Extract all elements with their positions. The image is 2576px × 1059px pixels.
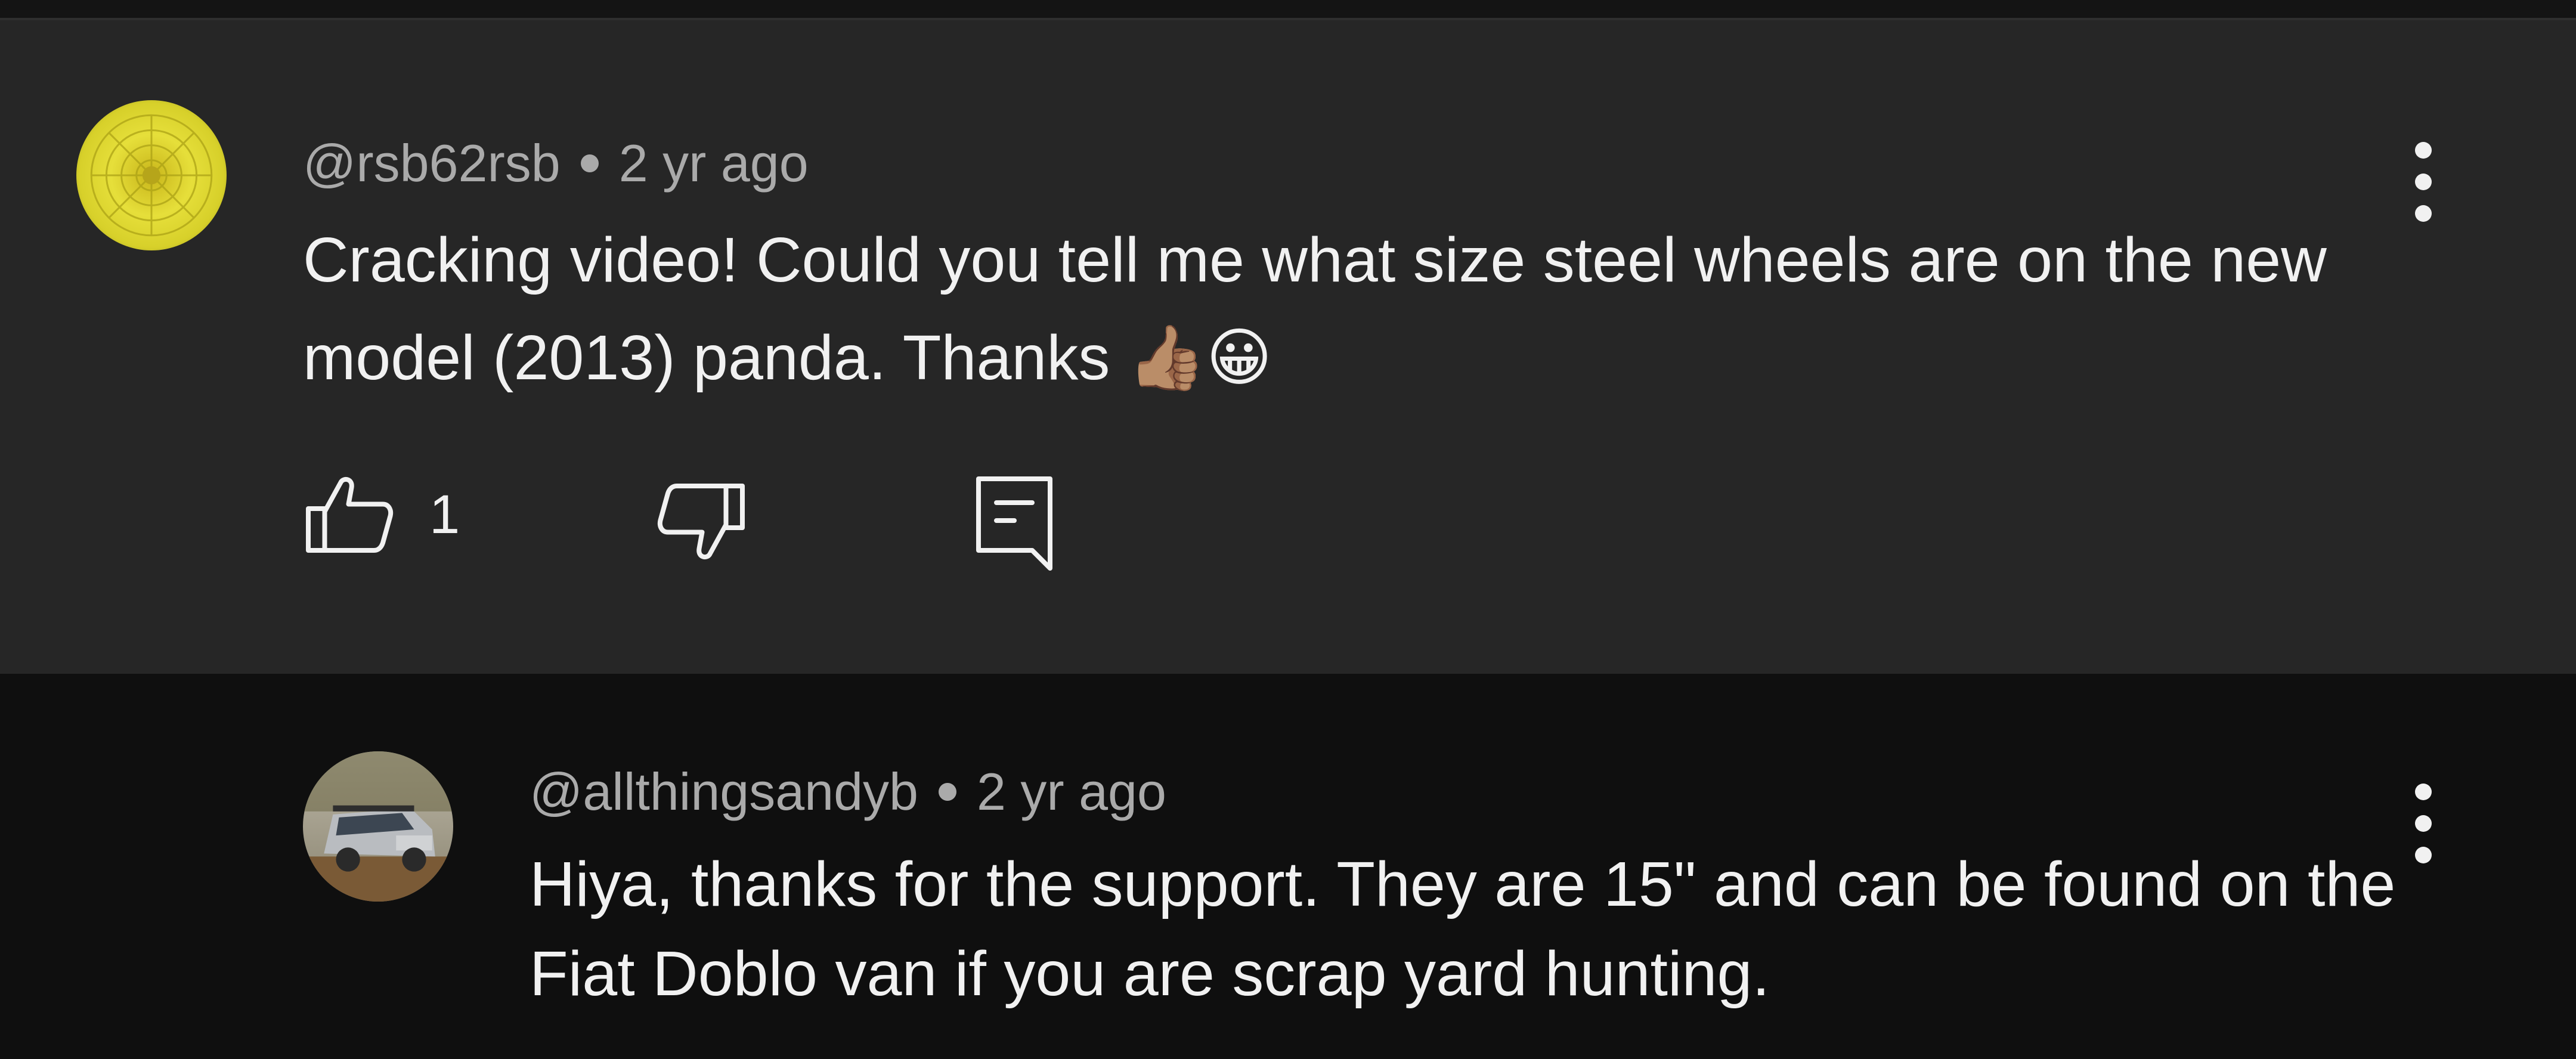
separator-dot bbox=[580, 154, 599, 172]
dislike-button[interactable] bbox=[656, 483, 745, 561]
comment-timestamp[interactable]: 2 yr ago bbox=[619, 137, 809, 190]
more-vert-icon[interactable] bbox=[2405, 137, 2441, 227]
reply-comment[interactable]: @allthingsandyb 2 yr ago Hiya, thanks fo… bbox=[0, 674, 2576, 1059]
comment-author[interactable]: @allthingsandyb bbox=[530, 766, 918, 818]
top-divider bbox=[0, 0, 2576, 20]
comment-timestamp[interactable]: 2 yr ago bbox=[977, 766, 1166, 818]
comment-meta: @rsb62rsb 2 yr ago bbox=[303, 137, 809, 190]
comment-text: Cracking video! Could you tell me what s… bbox=[303, 225, 2327, 393]
reply-icon bbox=[976, 476, 1052, 571]
like-count: 1 bbox=[429, 484, 460, 545]
avatar[interactable] bbox=[303, 751, 453, 902]
avatar[interactable] bbox=[76, 100, 227, 250]
comment-author[interactable]: @rsb62rsb bbox=[303, 137, 561, 190]
more-vert-icon[interactable] bbox=[2405, 779, 2441, 868]
car-photo-avatar-icon bbox=[303, 751, 453, 902]
separator-dot bbox=[938, 783, 956, 801]
thumbs-down-icon bbox=[657, 484, 745, 560]
thumbs-up-icon bbox=[306, 476, 394, 553]
highlighted-comment[interactable]: @rsb62rsb 2 yr ago Cracking video! Could… bbox=[0, 20, 2576, 674]
yellow-flower-avatar-icon bbox=[76, 100, 227, 250]
like-button[interactable]: 1 bbox=[305, 476, 460, 553]
reply-button[interactable] bbox=[976, 476, 1053, 571]
comment-text: Hiya, thanks for the support. They are 1… bbox=[530, 849, 2396, 1009]
comments-screen: @rsb62rsb 2 yr ago Cracking video! Could… bbox=[0, 0, 2576, 1059]
comment-meta: @allthingsandyb 2 yr ago bbox=[530, 766, 1166, 818]
